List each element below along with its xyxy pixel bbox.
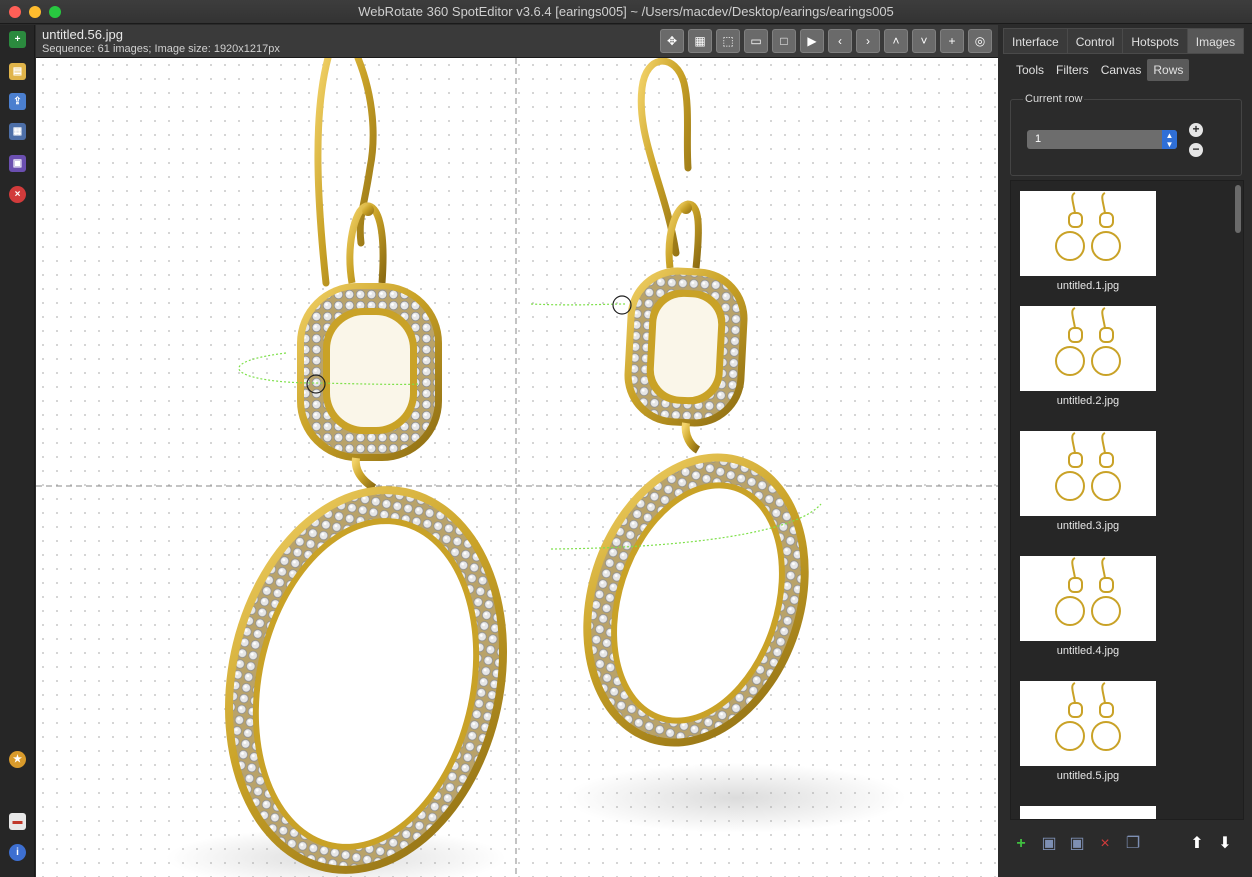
award-icon[interactable]: ★ bbox=[9, 751, 26, 768]
thumbnail-image bbox=[1020, 806, 1156, 819]
thumbnail-label: untitled.1.jpg bbox=[1056, 280, 1120, 292]
fit-icon[interactable]: □ bbox=[772, 29, 796, 53]
current-row-value: 1 bbox=[1035, 133, 1042, 145]
grid-icon[interactable]: ▦ bbox=[688, 29, 712, 53]
thumbnail-scrollbar[interactable] bbox=[1235, 185, 1241, 233]
image-canvas[interactable] bbox=[36, 58, 998, 877]
publish-icon[interactable]: ⇪ bbox=[9, 93, 26, 110]
pdf-icon[interactable]: ▬ bbox=[9, 813, 26, 830]
marquee-icon[interactable]: ⬚ bbox=[716, 29, 740, 53]
list-item[interactable]: untitled.3.jpg bbox=[1020, 431, 1156, 532]
plus-icon[interactable]: + bbox=[940, 29, 964, 53]
move-icon[interactable]: ✥ bbox=[660, 29, 684, 53]
thumbnail-label: untitled.5.jpg bbox=[1056, 770, 1120, 782]
thumbnail-image bbox=[1020, 306, 1156, 391]
thumbnail-label: untitled.4.jpg bbox=[1056, 645, 1120, 657]
arrow-left-icon[interactable]: ‹ bbox=[828, 29, 852, 53]
tab-hotspots[interactable]: Hotspots bbox=[1122, 28, 1187, 54]
save-icon[interactable]: ▣ bbox=[9, 155, 26, 172]
list-item[interactable]: untitled.1.jpg bbox=[1020, 191, 1156, 292]
hotspot-marker-right[interactable] bbox=[612, 295, 632, 315]
subtab-tools[interactable]: Tools bbox=[1010, 59, 1050, 81]
thumbnail-image bbox=[1020, 681, 1156, 766]
list-item[interactable]: untitled.2.jpg bbox=[1020, 306, 1156, 407]
subtab-filters[interactable]: Filters bbox=[1050, 59, 1095, 81]
close-project-icon[interactable]: × bbox=[9, 186, 26, 203]
replace-image-icon[interactable]: ▣ bbox=[1068, 835, 1086, 853]
current-row-group: Current row 1 ▲ ▼ + − bbox=[1010, 93, 1242, 176]
left-earring bbox=[224, 58, 508, 874]
target-icon[interactable]: ◎ bbox=[968, 29, 992, 53]
properties-panel: Interface Control Hotspots Images Tools … bbox=[1000, 25, 1252, 877]
arrow-up-icon[interactable]: ˄ bbox=[884, 29, 908, 53]
add-project-icon[interactable]: + bbox=[9, 31, 26, 48]
earrings-image bbox=[36, 58, 998, 877]
editor-header: untitled.56.jpg Sequence: 61 images; Ima… bbox=[36, 25, 998, 58]
left-toolbar: + ▤ ⇪ ▦ ▣ × ★ ▬ i bbox=[0, 25, 35, 877]
thumbnail-image bbox=[1020, 556, 1156, 641]
open-folder-icon[interactable]: ▤ bbox=[9, 63, 26, 80]
frame-icon[interactable]: ▭ bbox=[744, 29, 768, 53]
current-file-name: untitled.56.jpg bbox=[42, 27, 123, 42]
arrow-right-icon[interactable]: › bbox=[856, 29, 880, 53]
current-row-label: Current row bbox=[1023, 93, 1085, 105]
right-earring bbox=[583, 58, 809, 747]
list-item[interactable] bbox=[1020, 806, 1156, 819]
hotspot-path-right-top[interactable] bbox=[530, 303, 627, 306]
tab-interface[interactable]: Interface bbox=[1003, 28, 1067, 54]
thumbnail-image bbox=[1020, 191, 1156, 276]
list-item[interactable]: untitled.5.jpg bbox=[1020, 681, 1156, 782]
duplicate-image-icon[interactable]: ❐ bbox=[1124, 835, 1142, 853]
main-tabs: Interface Control Hotspots Images bbox=[1003, 28, 1245, 54]
delete-image-icon[interactable]: × bbox=[1096, 835, 1114, 853]
app-window: WebRotate 360 SpotEditor v3.6.4 [earings… bbox=[0, 0, 1252, 877]
add-row-button[interactable]: + bbox=[1189, 123, 1203, 137]
subtab-canvas[interactable]: Canvas bbox=[1095, 59, 1148, 81]
editor-panel: untitled.56.jpg Sequence: 61 images; Ima… bbox=[36, 25, 998, 877]
info-icon[interactable]: i bbox=[9, 844, 26, 861]
remove-row-button[interactable]: − bbox=[1189, 143, 1203, 157]
select-updown-icon: ▲ ▼ bbox=[1162, 130, 1177, 149]
add-image-icon[interactable]: + bbox=[1012, 835, 1030, 853]
tab-control[interactable]: Control bbox=[1066, 28, 1123, 54]
shadow-right bbox=[566, 763, 906, 833]
arrow-down-icon[interactable]: ˅ bbox=[912, 29, 936, 53]
sequence-info: Sequence: 61 images; Image size: 1920x12… bbox=[42, 43, 280, 55]
subtab-rows[interactable]: Rows bbox=[1147, 59, 1190, 81]
sub-tabs: Tools Filters Canvas Rows bbox=[1010, 59, 1190, 81]
view-toolbar: ✥ ▦ ⬚ ▭ □ ▶ ‹ › ˄ ˅ + ◎ bbox=[660, 29, 992, 53]
thumbnail-label: untitled.2.jpg bbox=[1056, 395, 1120, 407]
list-item[interactable]: untitled.4.jpg bbox=[1020, 556, 1156, 657]
thumbnail-image bbox=[1020, 431, 1156, 516]
current-row-select[interactable]: 1 ▲ ▼ bbox=[1027, 130, 1177, 149]
tab-images[interactable]: Images bbox=[1186, 28, 1245, 54]
move-down-icon[interactable]: ⬇ bbox=[1216, 835, 1234, 853]
insert-image-icon[interactable]: ▣ bbox=[1040, 835, 1058, 853]
move-up-icon[interactable]: ⬆ bbox=[1188, 835, 1206, 853]
thumbnail-list[interactable]: untitled.1.jpg untitled.2.jpg untitled.3… bbox=[1010, 180, 1244, 820]
play-icon[interactable]: ▶ bbox=[800, 29, 824, 53]
title-bar: WebRotate 360 SpotEditor v3.6.4 [earings… bbox=[0, 0, 1252, 24]
window-title: WebRotate 360 SpotEditor v3.6.4 [earings… bbox=[358, 4, 894, 19]
thumbnail-actions: + ▣ ▣ × ❐ ⬆ ⬇ bbox=[1010, 831, 1244, 861]
thumbnail-label: untitled.3.jpg bbox=[1056, 520, 1120, 532]
print-icon[interactable]: ▦ bbox=[9, 123, 26, 140]
